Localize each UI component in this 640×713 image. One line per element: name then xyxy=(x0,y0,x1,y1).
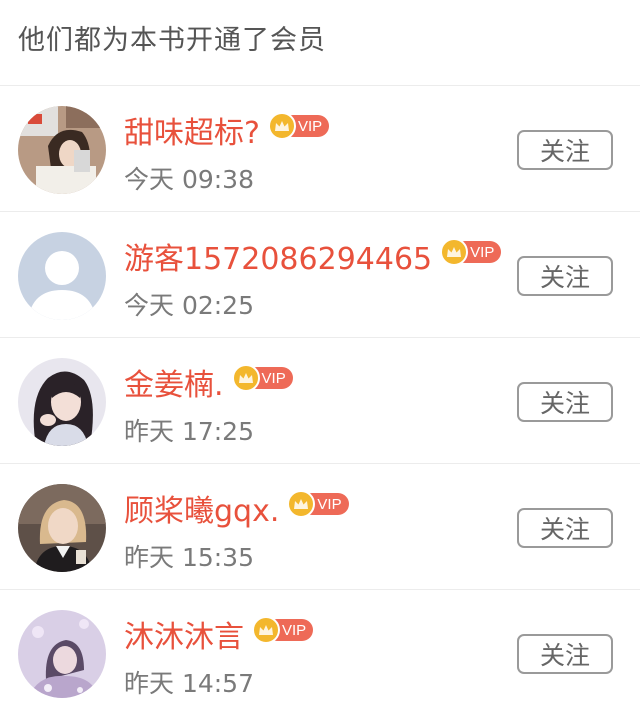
photo-avatar-icon xyxy=(18,358,106,446)
username[interactable]: 甜味超标? xyxy=(124,108,260,152)
username[interactable]: 金姜楠. xyxy=(124,360,224,404)
name-line: 甜味超标? VIP xyxy=(124,108,330,152)
name-line: 沐沐沐言 VIP xyxy=(124,612,314,656)
photo-avatar-icon xyxy=(18,484,106,572)
vip-badge: VIP xyxy=(231,364,293,392)
crown-icon xyxy=(267,112,296,140)
username[interactable]: 顾桨曦gqx. xyxy=(124,486,279,530)
vip-label: VIP xyxy=(297,117,323,135)
page-title: 他们都为本书开通了会员 xyxy=(18,25,326,56)
vip-label: VIP xyxy=(282,621,307,639)
username[interactable]: 沐沐沐言 xyxy=(124,612,244,656)
vip-label: VIP xyxy=(261,369,286,387)
photo-avatar-icon xyxy=(18,610,106,698)
member-row[interactable]: 金姜楠. VIP 昨天 17:25 关注 xyxy=(0,338,640,464)
timestamp: 今天 02:25 xyxy=(124,291,254,320)
crown-icon xyxy=(231,364,260,392)
vip-badge: VIP xyxy=(287,490,349,518)
username[interactable]: 游客1572086294465 xyxy=(124,234,432,278)
avatar[interactable] xyxy=(18,232,106,320)
avatar[interactable] xyxy=(18,484,106,572)
follow-button[interactable]: 关注 xyxy=(517,382,613,422)
timestamp: 今天 09:38 xyxy=(124,165,254,194)
vip-members-page: 他们都为本书开通了会员 甜味超标? VIP 今天 09:38 关注 游客1572… xyxy=(0,0,640,713)
member-row[interactable]: 甜味超标? VIP 今天 09:38 关注 xyxy=(0,86,640,212)
vip-badge: VIP xyxy=(252,616,314,644)
photo-avatar-icon xyxy=(18,106,106,194)
name-line: 顾桨曦gqx. VIP xyxy=(124,486,349,530)
vip-label: VIP xyxy=(317,495,342,513)
timestamp: 昨天 14:57 xyxy=(124,669,254,698)
crown-icon xyxy=(252,616,280,644)
vip-label: VIP xyxy=(470,243,495,261)
follow-button[interactable]: 关注 xyxy=(517,508,613,548)
timestamp: 昨天 17:25 xyxy=(124,417,254,446)
member-row[interactable]: 顾桨曦gqx. VIP 昨天 15:35 关注 xyxy=(0,464,640,590)
follow-button[interactable]: 关注 xyxy=(517,130,613,170)
vip-badge: VIP xyxy=(267,112,330,140)
follow-button[interactable]: 关注 xyxy=(517,634,613,674)
avatar[interactable] xyxy=(18,358,106,446)
member-row[interactable]: 沐沐沐言 VIP 昨天 14:57 关注 xyxy=(0,590,640,713)
timestamp: 昨天 15:35 xyxy=(124,543,254,572)
vip-badge: VIP xyxy=(440,238,502,266)
name-line: 金姜楠. VIP xyxy=(124,360,293,404)
avatar[interactable] xyxy=(18,610,106,698)
crown-icon xyxy=(440,238,469,266)
header: 他们都为本书开通了会员 xyxy=(0,0,640,86)
default-user-avatar-icon xyxy=(18,232,106,320)
avatar[interactable] xyxy=(18,106,106,194)
follow-button[interactable]: 关注 xyxy=(517,256,613,296)
name-line: 游客1572086294465 VIP xyxy=(124,234,502,278)
member-row[interactable]: 游客1572086294465 VIP 今天 02:25 关注 xyxy=(0,212,640,338)
